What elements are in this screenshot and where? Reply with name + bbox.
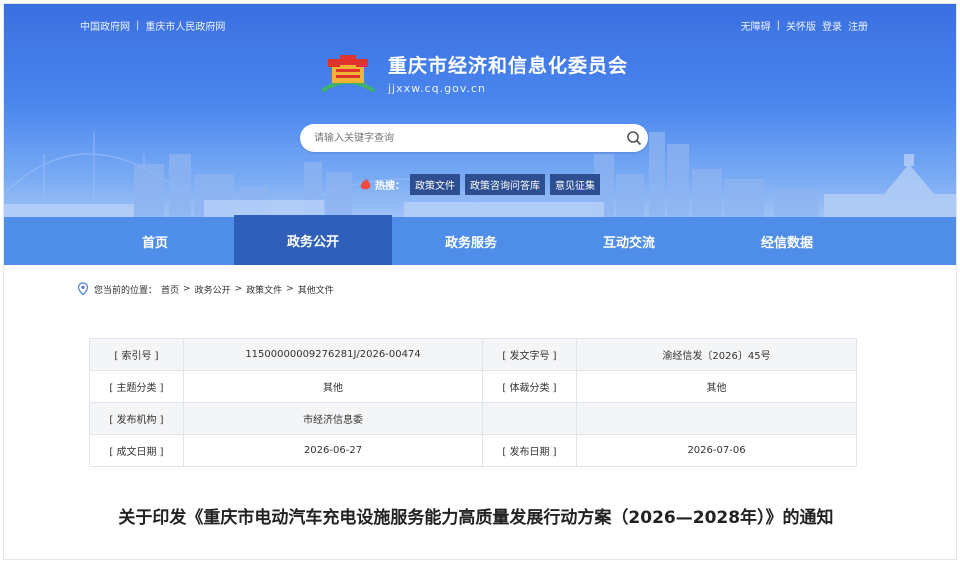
breadcrumb-separator: >: [234, 284, 243, 294]
nav-item-gov-affairs[interactable]: 政务公开: [234, 215, 392, 265]
location-pin-icon: [77, 282, 89, 296]
search-input[interactable]: [312, 131, 620, 145]
table-row: [ 主题分类 ] 其他 [ 体裁分类 ] 其他: [89, 370, 857, 403]
hot-search-label: 热搜：: [360, 177, 405, 192]
link-care-mode[interactable]: 关怀版: [786, 18, 816, 33]
nav-item-data[interactable]: 经信数据: [708, 217, 866, 265]
nav-item-services[interactable]: 政务服务: [392, 217, 550, 265]
hot-label-text: 热搜：: [375, 181, 405, 192]
divider: |: [136, 20, 140, 31]
info-label-empty: [482, 402, 577, 435]
breadcrumb-policy-files[interactable]: 政策文件: [246, 283, 282, 296]
breadcrumb: 您当前的位置： 首页 > 政务公开 > 政策文件 > 其他文件: [76, 282, 334, 296]
breadcrumb-prefix: 您当前的位置：: [94, 285, 158, 296]
info-value-index: 11500000009276281J/2026-00474: [183, 338, 483, 371]
table-row: [ 成文日期 ] 2026-06-27 [ 发布日期 ] 2026-07-06: [89, 434, 857, 467]
info-value-written-date: 2026-06-27: [183, 434, 483, 467]
page-frame: 中国政府网 | 重庆市人民政府网 无障碍 | 关怀版 登录 注册 重庆市经济和信…: [3, 3, 957, 560]
info-label-doc-number: [ 发文字号 ]: [482, 338, 577, 371]
site-title: 重庆市经济和信息化委员会: [388, 55, 629, 77]
table-row: [ 索引号 ] 11500000009276281J/2026-00474 [ …: [89, 338, 857, 371]
hot-tag-policy-files[interactable]: 政策文件: [410, 174, 460, 195]
divider: |: [776, 20, 780, 31]
header-banner: 中国政府网 | 重庆市人民政府网 无障碍 | 关怀版 登录 注册 重庆市经济和信…: [4, 4, 956, 226]
info-value-empty: [576, 402, 857, 435]
info-label-written-date: [ 成文日期 ]: [89, 434, 184, 467]
link-gov-china[interactable]: 中国政府网: [80, 18, 130, 33]
top-links-left: 中国政府网 | 重庆市人民政府网: [80, 18, 225, 33]
link-cq-gov[interactable]: 重庆市人民政府网: [145, 18, 225, 33]
info-label-publisher: [ 发布机构 ]: [89, 402, 184, 435]
document-title: 关于印发《重庆市电动汽车充电设施服务能力高质量发展行动方案（2026—2028年…: [118, 508, 834, 528]
site-logo[interactable]: 重庆市经济和信息化委员会 jjxxw.cq.gov.cn: [318, 51, 628, 95]
emblem-logo-icon: [320, 55, 376, 93]
info-value-publish-date: 2026-07-06: [576, 434, 857, 467]
search-icon[interactable]: [620, 124, 648, 152]
nav-item-home[interactable]: 首页: [76, 217, 234, 265]
info-value-doc-number: 渝经信发〔2026〕45号: [576, 338, 857, 371]
info-label-publish-date: [ 发布日期 ]: [482, 434, 577, 467]
info-label-topic: [ 主题分类 ]: [89, 370, 184, 403]
flame-icon: [360, 178, 371, 190]
article-content: [ 索引号 ] 11500000009276281J/2026-00474 [ …: [76, 316, 876, 559]
link-accessibility[interactable]: 无障碍: [741, 18, 771, 33]
info-value-topic: 其他: [183, 370, 483, 403]
hot-search: 热搜： 政策文件 政策咨询问答库 意见征集: [360, 174, 600, 195]
breadcrumb-gov-affairs[interactable]: 政务公开: [195, 283, 231, 296]
link-login[interactable]: 登录: [822, 18, 842, 33]
link-register[interactable]: 注册: [848, 18, 868, 33]
nav-item-interaction[interactable]: 互动交流: [550, 217, 708, 265]
site-domain: jjxxw.cq.gov.cn: [388, 82, 487, 95]
table-row: [ 发布机构 ] 市经济信息委: [89, 402, 857, 435]
hot-tag-policy-qa[interactable]: 政策咨询问答库: [465, 174, 545, 195]
main-nav: 首页 政务公开 政务服务 互动交流 经信数据: [4, 215, 956, 265]
document-info-table: [ 索引号 ] 11500000009276281J/2026-00474 [ …: [89, 338, 857, 467]
info-value-publisher: 市经济信息委: [183, 402, 483, 435]
breadcrumb-separator: >: [183, 284, 191, 294]
breadcrumb-separator: >: [286, 284, 294, 294]
search-bar: [300, 124, 648, 152]
hot-tag-opinions[interactable]: 意见征集: [550, 174, 600, 195]
breadcrumb-other-files[interactable]: 其他文件: [298, 283, 334, 296]
top-links-right: 无障碍 | 关怀版 登录 注册: [741, 18, 868, 33]
info-label-index: [ 索引号 ]: [89, 338, 184, 371]
info-label-genre: [ 体裁分类 ]: [482, 370, 577, 403]
breadcrumb-home[interactable]: 首页: [161, 283, 179, 296]
info-value-genre: 其他: [576, 370, 857, 403]
